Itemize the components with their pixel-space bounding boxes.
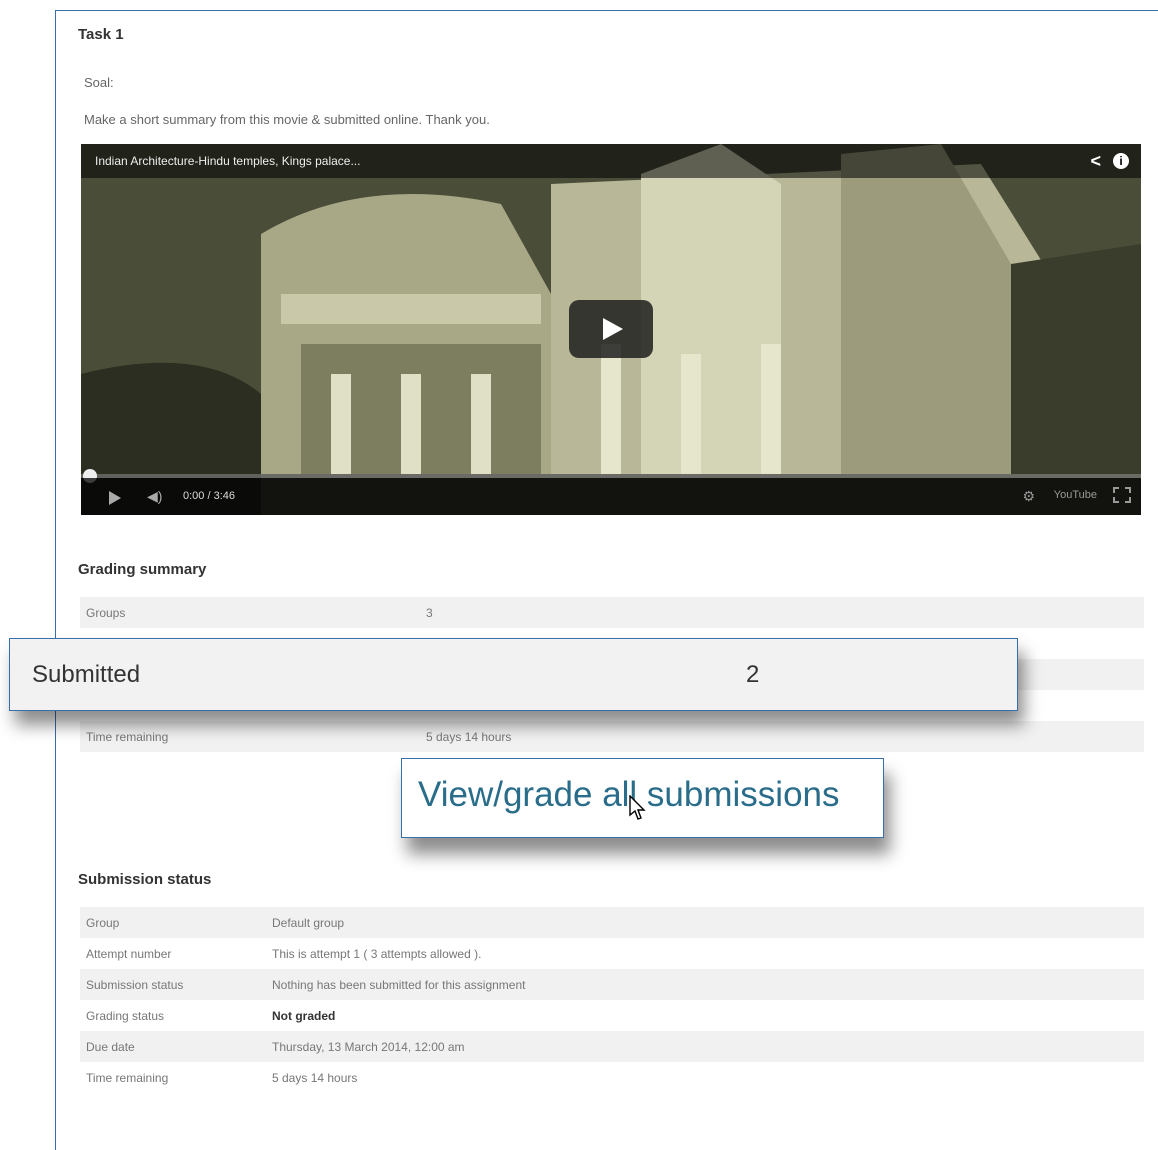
table-row: Grading status Not graded [80,1000,1144,1031]
video-controls: ◀) 0:00 / 3:46 ⚙ YouTube [81,478,1141,515]
row-value: Default group [266,907,1144,938]
info-icon[interactable]: i [1113,153,1129,169]
gear-icon[interactable]: ⚙ [1022,488,1035,505]
grading-summary-heading: Grading summary [78,561,207,578]
table-row: Time remaining 5 days 14 hours [80,721,1144,752]
video-title-bar: Indian Architecture-Hindu temples, Kings… [81,144,1141,178]
cursor-icon [629,795,646,820]
intro-text: Make a short summary from this movie & s… [84,112,490,127]
submitted-callout: Submitted 2 [9,638,1018,711]
table-row: Time remaining 5 days 14 hours [80,1062,1144,1093]
share-icon[interactable]: < [1090,151,1101,172]
row-label: Grading status [80,1000,266,1031]
submission-status-table: Group Default group Attempt number This … [80,907,1144,1093]
table-row: Submission status Nothing has been submi… [80,969,1144,1000]
row-label: Groups [80,597,420,628]
row-value: Not graded [266,1000,1144,1031]
row-value: Nothing has been submitted for this assi… [266,969,1144,1000]
row-label: Time remaining [80,721,420,752]
row-value: 3 [420,597,1144,628]
table-row: Group Default group [80,907,1144,938]
intro-heading: Soal: [84,75,114,90]
row-label: Time remaining [80,1062,266,1093]
row-value: 5 days 14 hours [266,1062,1144,1093]
row-value: 5 days 14 hours [420,721,1144,752]
play-button[interactable] [569,300,653,358]
volume-icon[interactable]: ◀) [147,488,162,505]
play-icon[interactable] [109,491,121,505]
row-label: Attempt number [80,938,266,969]
row-value: Thursday, 13 March 2014, 12:00 am [266,1031,1144,1062]
row-label: Due date [80,1031,266,1062]
table-row: Attempt number This is attempt 1 ( 3 att… [80,938,1144,969]
table-row: Due date Thursday, 13 March 2014, 12:00 … [80,1031,1144,1062]
row-label: Group [80,907,266,938]
submission-status-heading: Submission status [78,871,212,888]
view-grade-callout: View/grade all submissions [401,758,884,838]
fullscreen-icon[interactable] [1113,487,1131,503]
table-row: Groups 3 [80,597,1144,628]
submitted-value: 2 [746,661,760,688]
submitted-label: Submitted [32,661,141,688]
video-player[interactable]: Indian Architecture-Hindu temples, Kings… [81,144,1141,515]
timecode: 0:00 / 3:46 [183,490,235,502]
youtube-logo[interactable]: YouTube [1054,489,1097,501]
video-title[interactable]: Indian Architecture-Hindu temples, Kings… [95,154,360,168]
page-title: Task 1 [78,26,124,43]
row-value: This is attempt 1 ( 3 attempts allowed )… [266,938,1144,969]
row-label: Submission status [80,969,266,1000]
